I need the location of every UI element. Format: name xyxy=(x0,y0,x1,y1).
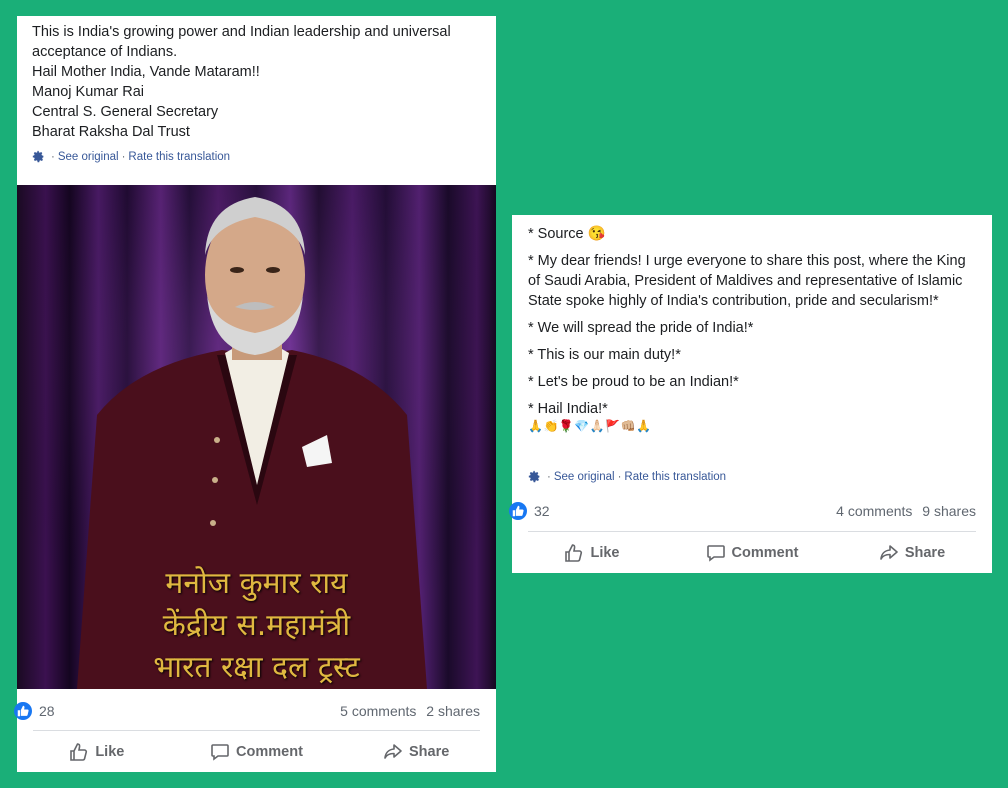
post-text: * Source 😘 * My dear friends! I urge eve… xyxy=(528,224,978,436)
like-reaction-icon[interactable] xyxy=(509,502,527,520)
thumbs-up-icon xyxy=(565,544,583,562)
comment-label: Comment xyxy=(731,545,799,561)
image-caption-line: केंद्रीय स.महामंत्री xyxy=(162,608,351,643)
comment-icon xyxy=(706,545,725,562)
separator: · xyxy=(121,150,126,163)
comment-button[interactable]: Comment xyxy=(673,536,831,570)
see-original-link[interactable]: See original xyxy=(58,151,119,163)
separator: · xyxy=(51,150,55,163)
post-card-1: This is India's growing power and Indian… xyxy=(14,16,496,772)
post-line: Central S. General Secretary xyxy=(32,104,219,120)
like-label: Like xyxy=(95,744,125,760)
translation-bar: · See original · Rate this translation xyxy=(528,470,726,483)
share-button[interactable]: Share xyxy=(337,735,495,769)
comments-count[interactable]: 4 comments xyxy=(836,503,912,519)
like-count[interactable]: 28 xyxy=(39,703,55,719)
separator: · xyxy=(547,470,551,483)
post-photo[interactable]: मनोज कुमार राय केंद्रीय स.महामंत्री भारत… xyxy=(17,185,496,689)
like-label: Like xyxy=(590,545,620,561)
gear-icon[interactable] xyxy=(32,150,45,163)
share-label: Share xyxy=(408,744,450,760)
action-bar: Like Comment Share xyxy=(512,536,992,570)
comment-label: Comment xyxy=(236,744,303,760)
post-line: Hail Mother India, Vande Mataram!! xyxy=(32,64,260,80)
gear-icon[interactable] xyxy=(528,470,541,483)
share-label: Share xyxy=(904,545,946,561)
emoji-row: 🙏👏🌹💎🙏🏻🚩👊🏼🙏 xyxy=(528,419,652,433)
post-paragraph: * Source 😘 xyxy=(528,226,606,242)
like-button[interactable]: Like xyxy=(513,536,671,570)
like-count[interactable]: 32 xyxy=(534,503,550,519)
thumbs-up-icon xyxy=(70,743,88,761)
post-paragraph: * My dear friends! I urge everyone to sh… xyxy=(528,253,966,309)
translation-bar: · See original · Rate this translation xyxy=(32,150,230,163)
action-bar: Like Comment Share xyxy=(17,735,496,769)
comment-button[interactable]: Comment xyxy=(177,735,335,769)
share-icon xyxy=(880,545,898,560)
comments-count[interactable]: 5 comments xyxy=(340,703,416,719)
divider xyxy=(33,730,480,731)
post-line: Bharat Raksha Dal Trust xyxy=(32,124,190,140)
rate-translation-link[interactable]: Rate this translation xyxy=(624,471,726,483)
image-caption-line: भारत रक्षा दल ट्रस्ट xyxy=(153,650,360,685)
reaction-stats: 28 5 comments 2 shares xyxy=(14,702,496,722)
image-caption-line: मनोज कुमार राय xyxy=(165,566,348,601)
see-original-link[interactable]: See original xyxy=(554,471,615,483)
like-button[interactable]: Like xyxy=(18,735,176,769)
post-paragraph: * This is our main duty!* xyxy=(528,347,681,363)
post-line: This is India's growing power and Indian… xyxy=(32,24,451,60)
divider xyxy=(528,531,976,532)
like-reaction-icon[interactable] xyxy=(14,702,32,720)
post-paragraph: * We will spread the pride of India!* xyxy=(528,320,754,336)
post-text: This is India's growing power and Indian… xyxy=(32,22,482,142)
share-icon xyxy=(384,744,402,759)
separator: · xyxy=(617,470,622,483)
shares-count[interactable]: 9 shares xyxy=(922,503,976,519)
post-paragraph: * Let's be proud to be an Indian!* xyxy=(528,374,739,390)
comment-icon xyxy=(211,744,229,761)
share-button[interactable]: Share xyxy=(833,536,991,570)
shares-count[interactable]: 2 shares xyxy=(426,703,480,719)
rate-translation-link[interactable]: Rate this translation xyxy=(128,151,230,163)
post-card-2: * Source 😘 * My dear friends! I urge eve… xyxy=(509,215,992,573)
reaction-stats: 32 4 comments 9 shares xyxy=(509,502,992,522)
post-line: Manoj Kumar Rai xyxy=(32,84,145,100)
